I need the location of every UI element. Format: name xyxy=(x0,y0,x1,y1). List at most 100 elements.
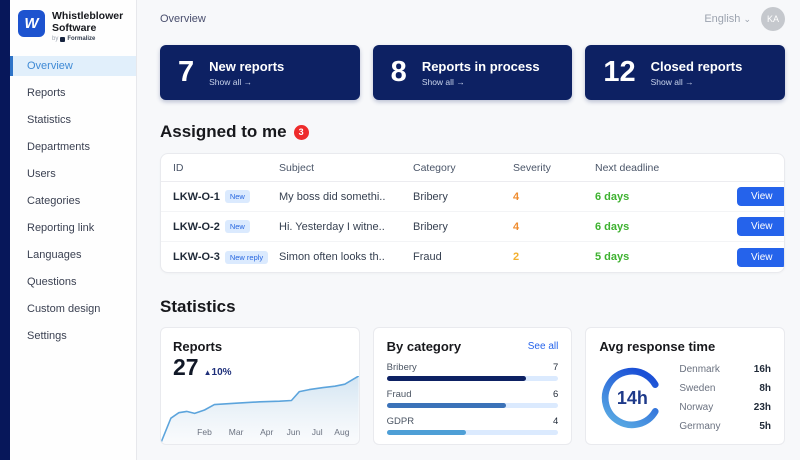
trend-percent: 10% xyxy=(212,367,232,378)
bar-value: 7 xyxy=(553,362,558,373)
sidebar-item-overview[interactable]: Overview xyxy=(10,56,136,76)
logo-title-line2: Software xyxy=(52,22,123,34)
table-row[interactable]: LKW-O-2 New Hi. Yesterday I witne.. Brib… xyxy=(161,212,784,242)
app-logo[interactable]: W Whistleblower Software by Formalize xyxy=(10,0,136,54)
report-subject: Hi. Yesterday I witne.. xyxy=(279,221,413,233)
report-deadline: 5 days xyxy=(595,251,737,263)
bar-fill xyxy=(387,403,507,408)
report-subject: Simon often looks th.. xyxy=(279,251,413,263)
bar-track xyxy=(387,403,559,408)
legend-country: Germany xyxy=(679,421,720,432)
sidebar-item-languages[interactable]: Languages xyxy=(10,245,136,265)
avatar[interactable]: KA xyxy=(761,7,785,31)
view-button[interactable]: View xyxy=(737,187,785,206)
x-tick: Mar xyxy=(229,427,244,437)
sidebar-item-categories[interactable]: Categories xyxy=(10,191,136,211)
closed-reports-card[interactable]: 12 Closed reports Show all → xyxy=(585,45,785,100)
report-category: Bribery xyxy=(413,191,513,203)
report-severity: 4 xyxy=(513,221,595,233)
table-row[interactable]: LKW-O-1 New My boss did somethi.. Briber… xyxy=(161,182,784,212)
response-legend: Denmark 16h Sweden 8h Norway 23h Germa xyxy=(679,360,771,436)
report-subject: My boss did somethi.. xyxy=(279,191,413,203)
byline-text: by xyxy=(52,36,58,42)
sidebar-item-users[interactable]: Users xyxy=(10,164,136,184)
stat-cards-row: 7 New reports Show all → 8 Reports in pr… xyxy=(160,45,785,100)
reports-area-chart: Feb Mar Apr Jun Jul Aug xyxy=(161,376,359,444)
response-card-title: Avg response time xyxy=(599,339,771,354)
bar-label: Fraud xyxy=(387,389,412,400)
category-card-title: By category xyxy=(387,339,461,354)
bar-label: Bribery xyxy=(387,362,417,373)
x-tick: Aug xyxy=(334,427,349,437)
sidebar-item-statistics[interactable]: Statistics xyxy=(10,110,136,130)
view-button[interactable]: View xyxy=(737,217,785,236)
logo-title-line1: Whistleblower xyxy=(52,10,123,22)
x-tick: Feb xyxy=(197,427,212,437)
bar-track xyxy=(387,430,559,435)
legend-row: Norway 23h xyxy=(679,398,771,417)
report-deadline: 6 days xyxy=(595,221,737,233)
assigned-count-badge: 3 xyxy=(294,125,309,140)
whistleblower-logo-icon: W xyxy=(18,10,45,37)
left-accent-strip xyxy=(0,0,10,460)
sidebar-item-custom-design[interactable]: Custom design xyxy=(10,299,136,319)
sidebar-item-reporting-link[interactable]: Reporting link xyxy=(10,218,136,238)
chevron-down-icon: ⌄ xyxy=(743,14,751,24)
report-severity: 4 xyxy=(513,191,595,203)
assigned-table: ID Subject Category Severity Next deadli… xyxy=(160,153,785,273)
sidebar: W Whistleblower Software by Formalize Ov… xyxy=(10,0,137,460)
formalize-logo-icon xyxy=(60,37,65,42)
table-row[interactable]: LKW-O-3 New reply Simon often looks th..… xyxy=(161,242,784,272)
language-label: English xyxy=(704,13,740,25)
reports-total: 27 xyxy=(173,356,199,379)
report-category: Fraud xyxy=(413,251,513,263)
bar-value: 4 xyxy=(553,416,558,427)
legend-value: 5h xyxy=(759,421,771,432)
logo-byline: by Formalize xyxy=(52,36,123,42)
language-selector[interactable]: English ⌄ xyxy=(704,13,751,25)
legend-row: Sweden 8h xyxy=(679,379,771,398)
new-reports-show-all-link[interactable]: Show all → xyxy=(209,77,284,87)
trend-indicator: ▲10% xyxy=(204,367,232,378)
show-all-label: Show all xyxy=(422,77,454,87)
category-bar: Fraud 6 xyxy=(387,389,559,408)
see-all-link[interactable]: See all xyxy=(528,341,559,352)
sidebar-item-questions[interactable]: Questions xyxy=(10,272,136,292)
status-badge: New xyxy=(225,220,250,233)
closed-reports-count: 12 xyxy=(603,58,635,87)
new-reports-count: 7 xyxy=(178,58,194,87)
reports-in-process-count: 8 xyxy=(391,58,407,87)
arrow-right-icon: → xyxy=(685,77,694,87)
show-all-label: Show all xyxy=(651,77,683,87)
legend-value: 16h xyxy=(754,364,771,375)
view-button[interactable]: View xyxy=(737,248,785,267)
column-header-id: ID xyxy=(173,162,279,174)
main-content: Overview English ⌄ KA 7 New reports Show… xyxy=(137,0,800,460)
x-axis-labels: Feb Mar Apr Jun Jul Aug xyxy=(161,427,359,439)
closed-reports-show-all-link[interactable]: Show all → xyxy=(651,77,743,87)
report-category: Bribery xyxy=(413,221,513,233)
arrow-right-icon: → xyxy=(244,77,253,87)
column-header-subject: Subject xyxy=(279,162,413,174)
closed-reports-title: Closed reports xyxy=(651,59,743,74)
legend-row: Denmark 16h xyxy=(679,360,771,379)
report-id: LKW-O-3 xyxy=(173,251,220,263)
category-bar: Bribery 7 xyxy=(387,362,559,381)
statistics-cards-row: Reports 27 ▲10% xyxy=(160,327,785,445)
sidebar-item-reports[interactable]: Reports xyxy=(10,83,136,103)
sidebar-nav: Overview Reports Statistics Departments … xyxy=(10,56,136,346)
sidebar-item-settings[interactable]: Settings xyxy=(10,326,136,346)
reports-in-process-card[interactable]: 8 Reports in process Show all → xyxy=(373,45,573,100)
by-category-card: By category See all Bribery 7 Fraud 6 xyxy=(373,327,573,445)
new-reports-title: New reports xyxy=(209,59,284,74)
bar-label: GDPR xyxy=(387,416,414,427)
sidebar-item-departments[interactable]: Departments xyxy=(10,137,136,157)
avg-response-time-card: Avg response time 14h xyxy=(585,327,785,445)
bar-fill xyxy=(387,430,467,435)
assigned-section-heading: Assigned to me 3 xyxy=(160,122,785,142)
response-time-gauge: 14h xyxy=(599,365,665,431)
table-header-row: ID Subject Category Severity Next deadli… xyxy=(161,154,784,182)
reports-in-process-show-all-link[interactable]: Show all → xyxy=(422,77,540,87)
brand-name: Formalize xyxy=(67,36,95,42)
new-reports-card[interactable]: 7 New reports Show all → xyxy=(160,45,360,100)
